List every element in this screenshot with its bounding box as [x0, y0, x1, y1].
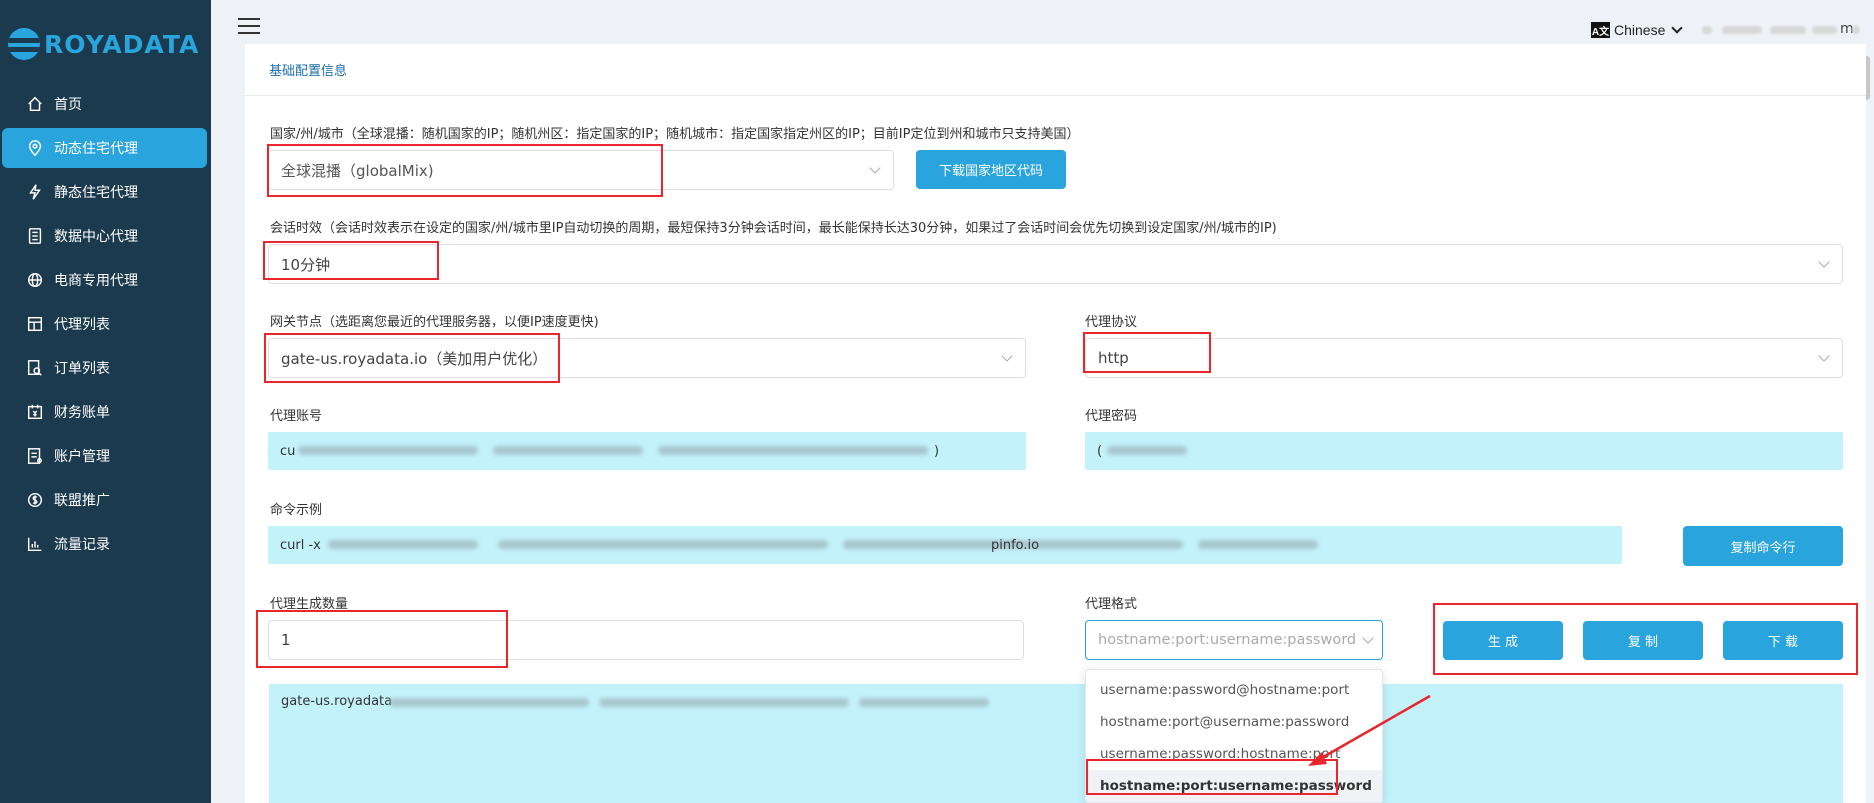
annotation-arrow [1308, 694, 1431, 766]
